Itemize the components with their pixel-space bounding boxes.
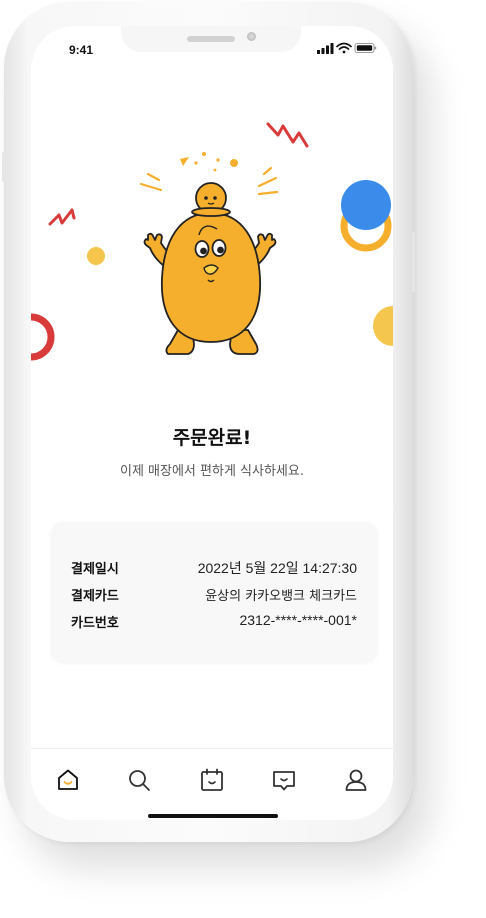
phone-frame: 9:41 주문완료! 이제 매장에서 편하게 식사하세요. 결제일시 2022년… bbox=[2, 2, 415, 842]
order-complete-title: 주문완료! bbox=[172, 427, 252, 449]
calendar-icon[interactable] bbox=[199, 767, 225, 793]
zigzag-confetti bbox=[266, 122, 309, 148]
phone-screen: 9:41 주문완료! 이제 매장에서 편하게 식사하세요. 결제일시 2022년… bbox=[31, 26, 393, 820]
payment-date-row: 결제일시 2022년 5월 22일 14:27:30 bbox=[71, 558, 357, 578]
sparkle-dots bbox=[180, 152, 238, 172]
yellow-half-circle bbox=[373, 306, 393, 346]
home-icon[interactable] bbox=[55, 767, 81, 793]
phone-side-button bbox=[412, 232, 415, 292]
order-complete-illustration bbox=[31, 122, 393, 361]
blue-circle bbox=[341, 180, 391, 230]
card-number-value: 2312-****-****-001* bbox=[239, 612, 357, 628]
payment-card-row: 결제카드 윤상의 카카오뱅크 체크카드 bbox=[71, 585, 357, 605]
payment-card-label: 결제카드 bbox=[71, 589, 119, 604]
chat-icon[interactable] bbox=[271, 767, 297, 793]
payment-card-value: 윤상의 카카오뱅크 체크카드 bbox=[205, 589, 357, 604]
payment-date-label: 결제일시 bbox=[71, 562, 119, 577]
order-complete-subtitle: 이제 매장에서 편하게 식사하세요. bbox=[120, 464, 304, 479]
bottom-tab-bar bbox=[31, 748, 393, 820]
card-number-row: 카드번호 2312-****-****-001* bbox=[71, 612, 357, 632]
profile-icon[interactable] bbox=[343, 767, 369, 793]
mascot-character bbox=[143, 182, 277, 355]
card-number-label: 카드번호 bbox=[71, 616, 119, 631]
red-ring-confetti bbox=[31, 313, 55, 361]
phone-side-button bbox=[2, 152, 5, 182]
yellow-dot bbox=[87, 247, 105, 265]
search-icon[interactable] bbox=[126, 767, 152, 793]
payment-date-value: 2022년 5월 22일 14:27:30 bbox=[197, 560, 357, 576]
payment-details-card: 결제일시 2022년 5월 22일 14:27:30 결제카드 윤상의 카카오뱅… bbox=[51, 522, 377, 662]
zigzag-confetti bbox=[48, 208, 76, 226]
home-indicator bbox=[148, 814, 278, 818]
